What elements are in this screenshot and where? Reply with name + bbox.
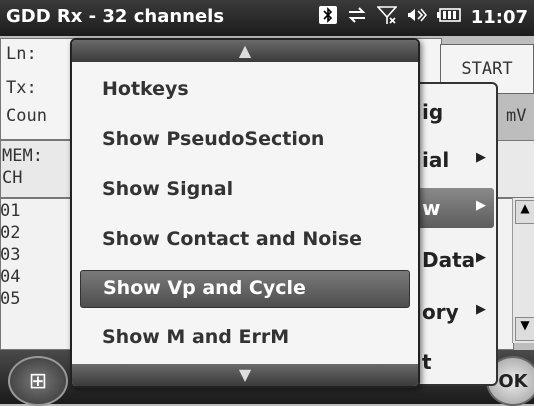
menu-item-show-contact-noise[interactable]: Show Contact and Noise [80, 222, 408, 258]
scroll-up-icon[interactable]: ▲ [515, 200, 534, 224]
list-item[interactable]: 02 [0, 222, 70, 244]
menu-item-hotkeys[interactable]: Hotkeys [80, 72, 408, 108]
list-scrollbar[interactable]: ▲ ▼ [512, 198, 534, 343]
mem-label: MEM: [2, 146, 43, 166]
list-item[interactable]: 04 [0, 266, 70, 288]
battery-icon[interactable] [436, 7, 461, 28]
list-item[interactable]: 03 [0, 244, 70, 266]
mv-label: mV [506, 106, 527, 126]
ln-label: Ln: [6, 44, 37, 64]
chevron-right-icon: ▶ [476, 198, 486, 213]
list-item[interactable]: 01 [0, 200, 70, 222]
status-icons: 11:07 [318, 5, 528, 30]
chevron-right-icon: ▶ [476, 250, 486, 265]
view-submenu: ▲ Hotkeys Show PseudoSection Show Signal… [70, 38, 420, 388]
clock: 11:07 [470, 7, 528, 28]
menu-item-show-m-errm[interactable]: Show M and ErrM [80, 320, 408, 356]
menu-item-show-pseudosection[interactable]: Show PseudoSection [80, 122, 408, 158]
count-label: Coun [6, 106, 47, 126]
chevron-right-icon: ▶ [476, 302, 486, 317]
menu-item-show-signal[interactable]: Show Signal [80, 172, 408, 208]
status-bar: GDD Rx - 32 channels 11:07 [0, 0, 534, 36]
list-item[interactable]: 05 [0, 288, 70, 310]
volume-icon[interactable] [407, 6, 427, 29]
app-title: GDD Rx - 32 channels [6, 6, 225, 27]
bluetooth-icon[interactable] [318, 6, 337, 29]
chevron-right-icon: ▶ [476, 150, 486, 165]
menu-scroll-up-icon[interactable]: ▲ [72, 40, 418, 62]
channel-list: 01 02 03 04 05 [0, 200, 70, 310]
tx-label: Tx: [6, 78, 37, 98]
sync-icon[interactable] [347, 6, 367, 29]
menu-scroll-down-icon[interactable]: ▼ [72, 364, 418, 386]
menu-item-show-vp-cycle[interactable]: Show Vp and Cycle [80, 270, 410, 308]
windows-start-icon[interactable]: ⊞ [8, 356, 68, 406]
no-signal-icon[interactable] [375, 5, 398, 30]
scroll-down-icon[interactable]: ▼ [515, 317, 534, 341]
ch-label: CH [2, 168, 23, 188]
